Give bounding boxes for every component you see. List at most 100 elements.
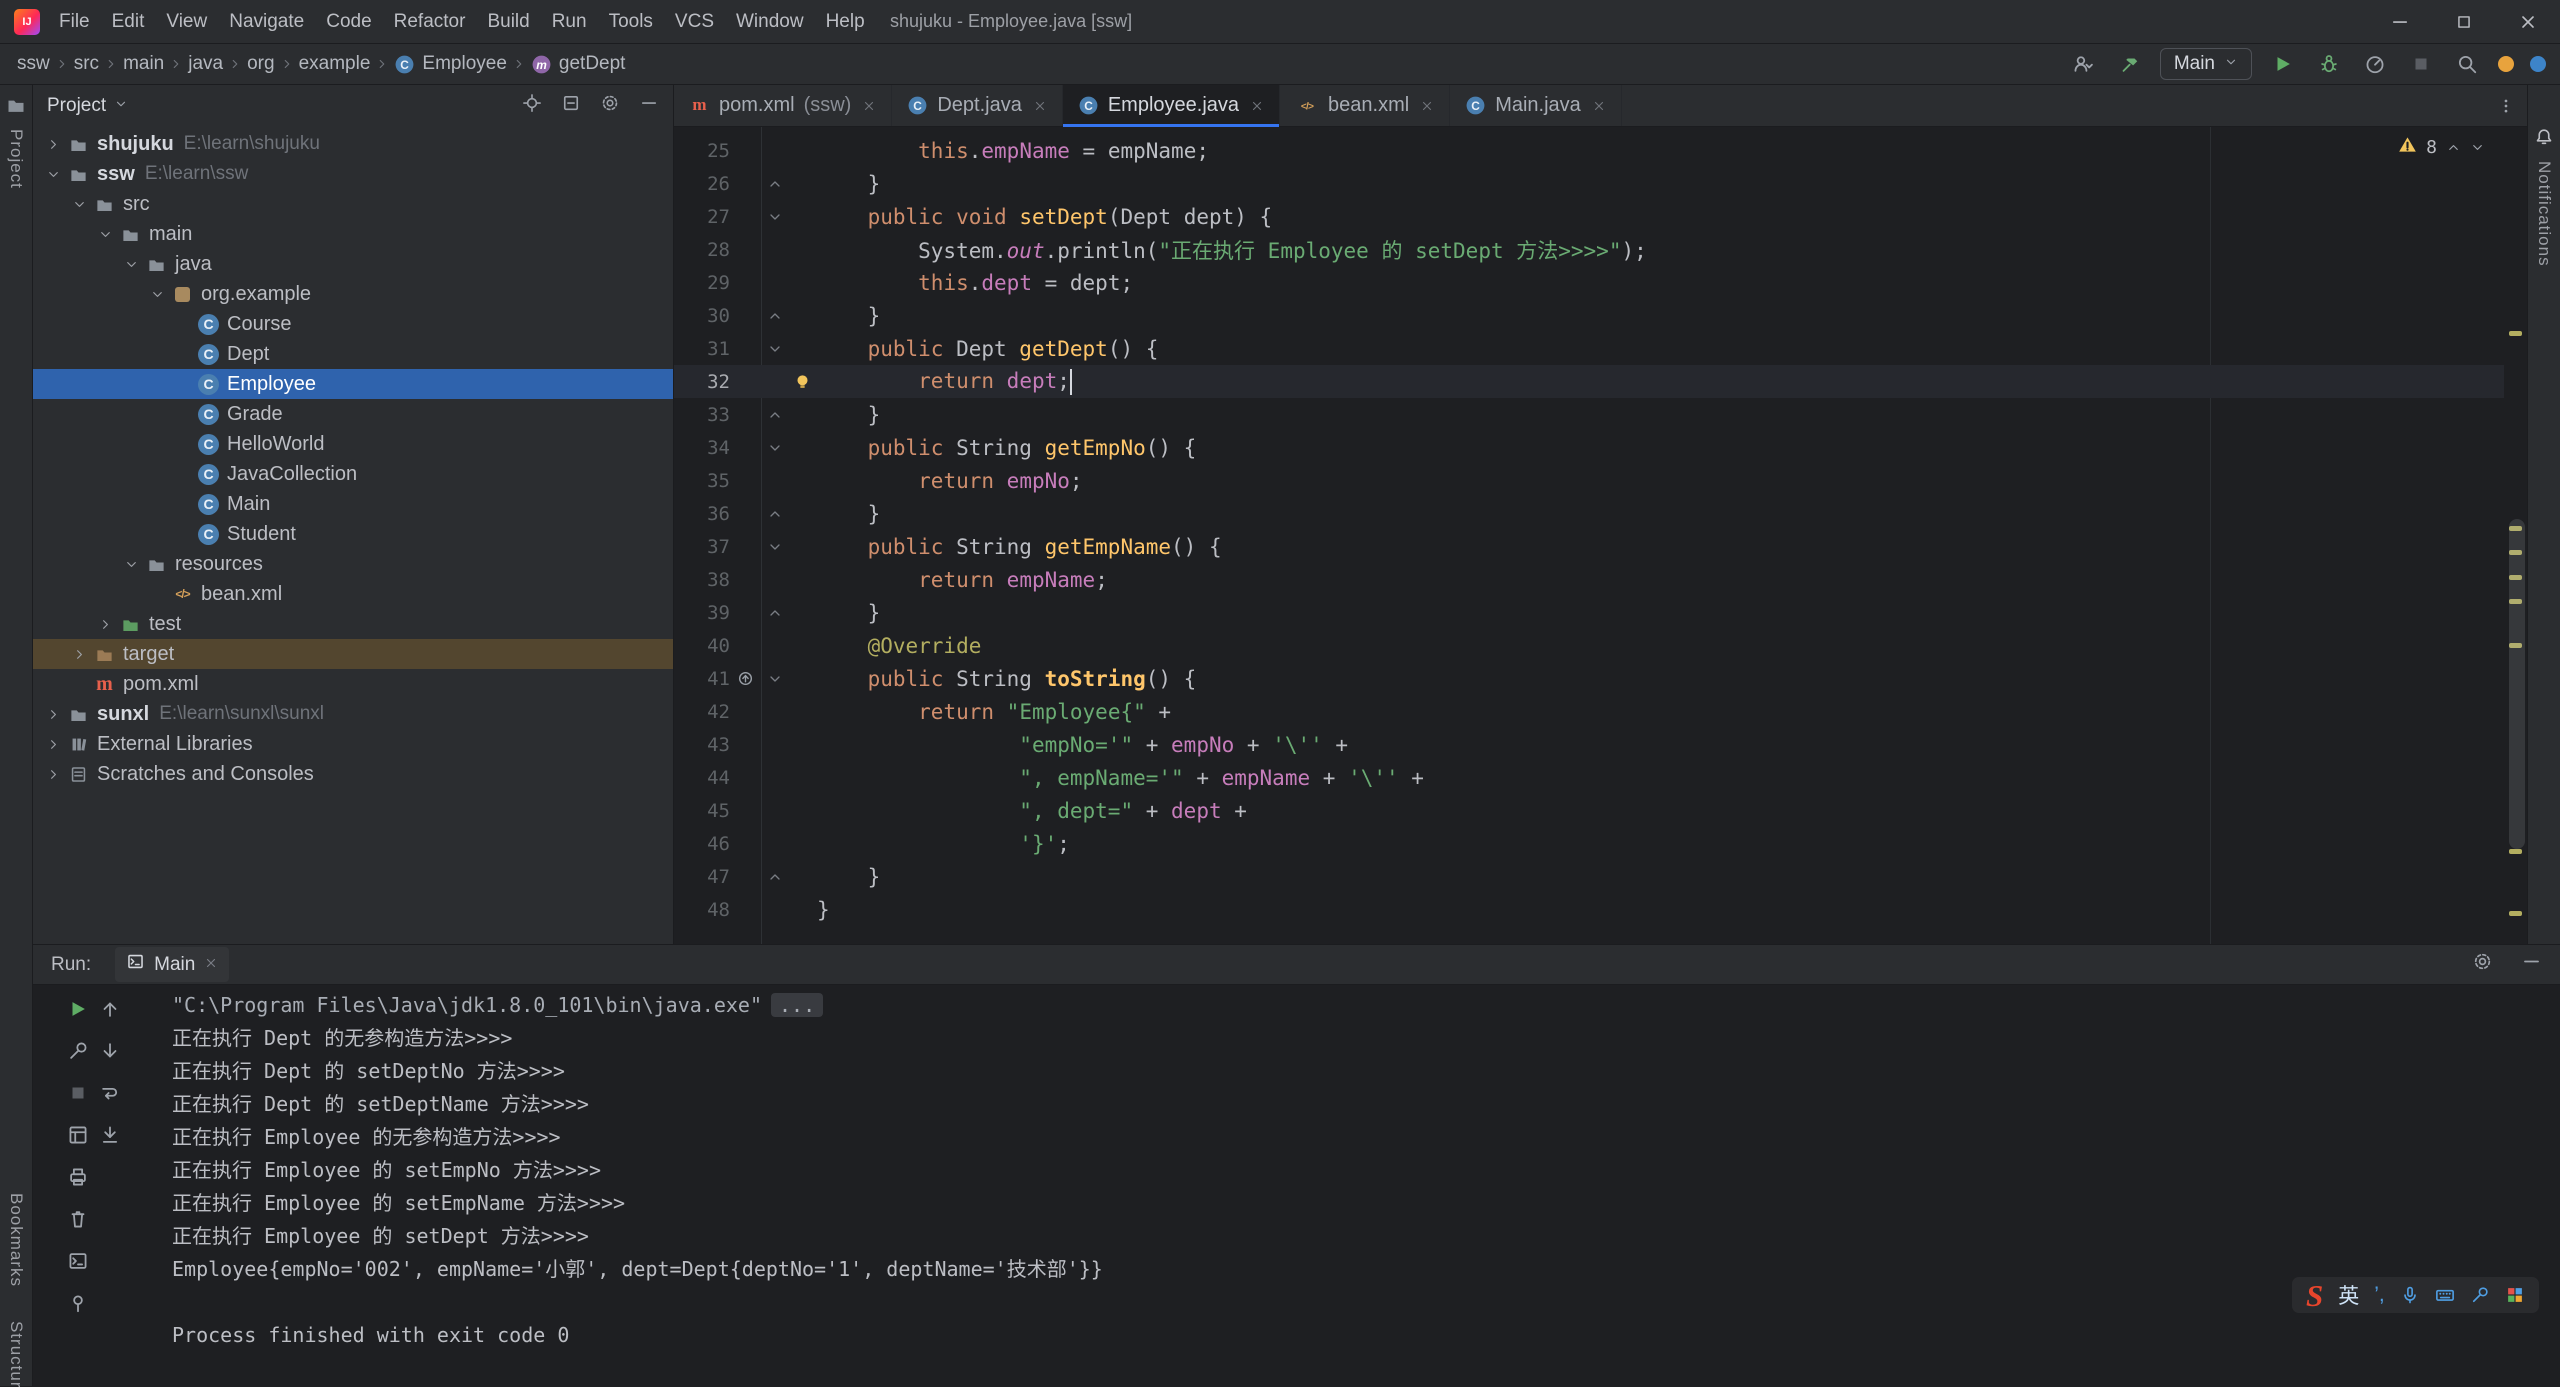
line-number[interactable]: 26 [674, 173, 730, 195]
line-number[interactable]: 37 [674, 536, 730, 558]
soft-wrap-icon[interactable] [99, 1082, 121, 1104]
tree-item-org-example[interactable]: org.example [33, 279, 673, 309]
update-notification-icon[interactable] [2498, 56, 2514, 72]
ime-logo[interactable]: S [2306, 1280, 2323, 1311]
tree-item-pom-xml[interactable]: m pom.xml [33, 669, 673, 699]
tree-item-sunxl[interactable]: sunxl E:\learn\sunxl\sunxl [33, 699, 673, 729]
next-warning-icon[interactable] [2470, 140, 2485, 155]
plugin-notification-icon[interactable] [2530, 56, 2546, 72]
bell-icon[interactable] [2534, 127, 2554, 152]
tab-main-java[interactable]: C Main.java [1450, 85, 1622, 126]
tree-item-scratches-and-consoles[interactable]: Scratches and Consoles [33, 759, 673, 789]
line-number[interactable]: 36 [674, 503, 730, 525]
menu-navigate[interactable]: Navigate [218, 0, 315, 43]
fold-start-icon[interactable] [761, 341, 788, 357]
menu-tools[interactable]: Tools [598, 0, 664, 43]
tab-bean-xml[interactable]: </> bean.xml [1280, 85, 1451, 126]
breadcrumb-item-src[interactable]: src [71, 53, 102, 75]
line-number[interactable]: 32 [674, 371, 730, 393]
menu-file[interactable]: File [48, 0, 101, 43]
fold-end-icon[interactable] [761, 176, 788, 192]
fold-start-icon[interactable] [761, 440, 788, 456]
restore-layout-icon[interactable] [67, 1124, 89, 1146]
chevron-down-icon[interactable] [41, 167, 65, 182]
override-marker-icon[interactable] [730, 670, 761, 687]
tree-item-ssw[interactable]: ssw E:\learn\ssw [33, 159, 673, 189]
line-number[interactable]: 35 [674, 470, 730, 492]
scroll-to-end-icon[interactable] [99, 1124, 121, 1146]
locate-file-icon[interactable] [522, 93, 542, 119]
stripe-notifications-label[interactable]: Notifications [2534, 161, 2554, 267]
console-settings-gear-icon[interactable] [2472, 951, 2493, 978]
line-number[interactable]: 34 [674, 437, 730, 459]
breadcrumb-item-employee[interactable]: C Employee [391, 53, 510, 75]
run-tab-main[interactable]: Main [115, 947, 230, 982]
close-icon[interactable] [1250, 99, 1264, 113]
fold-start-icon[interactable] [761, 209, 788, 225]
menu-edit[interactable]: Edit [101, 0, 156, 43]
hide-run-panel-icon[interactable] [2521, 951, 2542, 978]
menu-view[interactable]: View [155, 0, 218, 43]
console-fold-chip[interactable]: ... [771, 993, 824, 1017]
code-editor[interactable]: 25 this.empName = empName; 26 } 27 public … [674, 127, 2527, 944]
fold-start-icon[interactable] [761, 671, 788, 687]
hide-panel-icon[interactable] [639, 93, 659, 119]
ime-item-0[interactable]: 英 [2338, 1280, 2359, 1310]
menu-build[interactable]: Build [476, 0, 540, 43]
maximize-button[interactable] [2432, 0, 2496, 43]
menu-run[interactable]: Run [541, 0, 598, 43]
build-hammer-icon[interactable] [2114, 49, 2144, 79]
line-number[interactable]: 27 [674, 206, 730, 228]
chevron-right-icon[interactable] [41, 137, 65, 152]
line-number[interactable]: 33 [674, 404, 730, 426]
line-number[interactable]: 28 [674, 239, 730, 261]
line-number[interactable]: 40 [674, 635, 730, 657]
next-occurrence-icon[interactable] [99, 1040, 121, 1062]
prev-occurrence-icon[interactable] [99, 998, 121, 1020]
line-number[interactable]: 46 [674, 833, 730, 855]
gear-icon[interactable] [600, 93, 620, 119]
line-number[interactable]: 38 [674, 569, 730, 591]
line-number[interactable]: 44 [674, 767, 730, 789]
project-panel-title[interactable]: Project [47, 95, 106, 117]
tree-item-course[interactable]: C Course [33, 309, 673, 339]
fold-end-icon[interactable] [761, 605, 788, 621]
chevron-right-icon[interactable] [41, 767, 65, 782]
run-button[interactable] [2268, 49, 2298, 79]
tree-item-target[interactable]: target [33, 639, 673, 669]
tab-pom-xml[interactable]: m pom.xml (ssw) [674, 85, 893, 126]
tree-item-main[interactable]: C Main [33, 489, 673, 519]
prev-warning-icon[interactable] [2446, 140, 2461, 155]
line-number[interactable]: 47 [674, 866, 730, 888]
chevron-down-icon[interactable] [145, 287, 169, 302]
tree-item-dept[interactable]: C Dept [33, 339, 673, 369]
editor-scrollbar[interactable] [2509, 519, 2525, 849]
tab-dept-java[interactable]: C Dept.java [892, 85, 1063, 126]
console-view-icon[interactable] [67, 1250, 89, 1272]
tree-item-shujuku[interactable]: shujuku E:\learn\shujuku [33, 129, 673, 159]
close-icon[interactable] [204, 954, 218, 976]
breadcrumb-item-org[interactable]: org [244, 53, 277, 75]
tree-item-student[interactable]: C Student [33, 519, 673, 549]
tree-item-src[interactable]: src [33, 189, 673, 219]
tree-item-java[interactable]: java [33, 249, 673, 279]
mic-icon[interactable] [2400, 1285, 2420, 1305]
fold-end-icon[interactable] [761, 869, 788, 885]
close-icon[interactable] [1033, 99, 1047, 113]
run-console[interactable]: "C:\Program Files\Java\jdk1.8.0_101\bin\… [155, 985, 2560, 1386]
wrench-icon[interactable] [2470, 1285, 2490, 1305]
tree-item-resources[interactable]: resources [33, 549, 673, 579]
intention-bulb-icon[interactable] [788, 372, 817, 391]
tree-item-javacollection[interactable]: C JavaCollection [33, 459, 673, 489]
chevron-down-icon[interactable] [93, 227, 117, 242]
line-number[interactable]: 43 [674, 734, 730, 756]
chevron-down-icon[interactable] [67, 197, 91, 212]
search-everywhere-icon[interactable] [2452, 49, 2482, 79]
breadcrumb-item-ssw[interactable]: ssw [14, 53, 53, 75]
chevron-right-icon[interactable] [41, 707, 65, 722]
tab-employee-java[interactable]: C Employee.java [1062, 85, 1281, 127]
line-number[interactable]: 41 [674, 668, 730, 690]
stripe-bookmarks-label[interactable]: Bookmarks [6, 1193, 26, 1287]
line-number[interactable]: 31 [674, 338, 730, 360]
close-icon[interactable] [1592, 99, 1606, 113]
